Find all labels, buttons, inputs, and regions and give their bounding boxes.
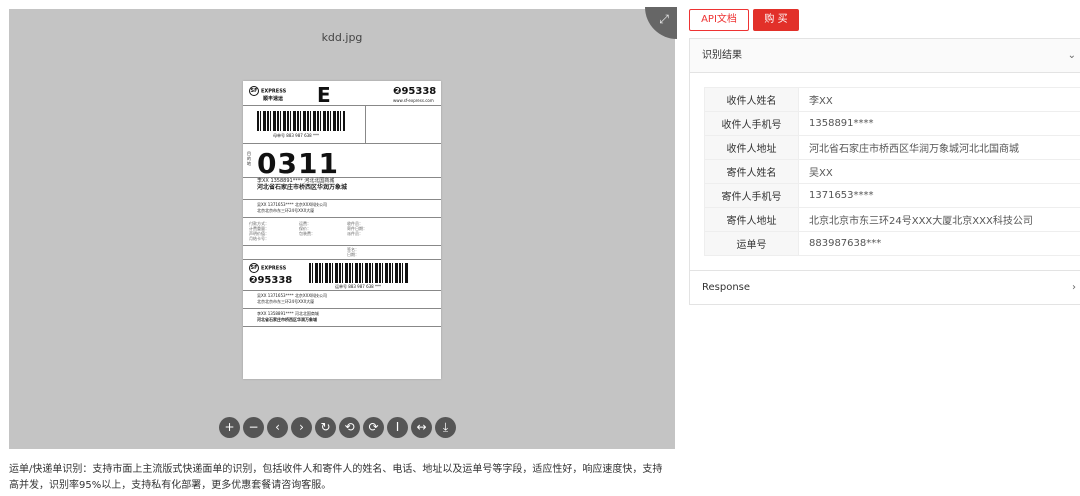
result-section-header[interactable]: 识别结果 ⌄ <box>690 39 1080 73</box>
fit-height-icon[interactable]: Ⅰ <box>387 417 408 438</box>
product-description: 运单/快递单识别：支持市面上主流版式快递面单的识别，包括收件人和寄件人的姓名、电… <box>9 464 663 491</box>
result-value: 吴XX <box>798 159 1080 184</box>
zoom-in-icon[interactable]: + <box>219 417 240 438</box>
result-key: 收件人地址 <box>704 135 799 160</box>
result-section-body: 收件人姓名 李XX 收件人手机号 1358891**** 收件人地址 河北省石家庄市桥西区… <box>690 73 1080 271</box>
zoom-out-icon[interactable]: − <box>243 417 264 438</box>
result-table: 收件人姓名 李XX 收件人手机号 1358891**** 收件人地址 河北省石家庄市桥西区… <box>704 87 1080 256</box>
result-value: 北京北京市东三环24号XXX大厦北京XXX科技公司 <box>798 207 1080 232</box>
result-key: 寄件人地址 <box>704 207 799 232</box>
result-value: 883987638*** <box>798 231 1080 256</box>
service-letter: E <box>317 83 331 107</box>
rotate-left-icon[interactable]: ⟲ <box>339 417 360 438</box>
bottom-sender-2: 北京北京市东三环24号XXX大厦 <box>257 299 315 304</box>
result-panel: 识别结果 ⌄ 收件人姓名 李XX 收件人手机号 1358891**** 收件人地址 河北省… <box>689 38 1080 305</box>
response-section-header[interactable]: Response › <box>690 271 1080 305</box>
prev-icon[interactable]: ‹ <box>267 417 288 438</box>
bottom-receiver-1: 李XX 1358891**** 河北北国商城 <box>257 311 319 316</box>
barcode-top <box>257 111 345 131</box>
label-receiver-2: 河北省石家庄市桥西区华润万象城 <box>257 184 348 191</box>
sf-logo: SF EXPRESS 顺丰速运 <box>249 86 287 102</box>
table-row: 运单号 883987638*** <box>704 231 1080 256</box>
table-row: 收件人地址 河北省石家庄市桥西区华润万象城河北北国商城 <box>704 135 1080 160</box>
next-icon[interactable]: › <box>291 417 312 438</box>
chevron-right-icon: › <box>1072 282 1076 293</box>
hotline-bottom: ❷95338 <box>249 275 293 286</box>
hotline: ❷95338 <box>393 86 437 97</box>
result-key: 寄件人姓名 <box>704 159 799 184</box>
bottom-receiver-2: 河北省石家庄市桥西区华润万象城 <box>257 317 317 322</box>
table-row: 收件人姓名 李XX <box>704 87 1080 112</box>
result-value: 1358891**** <box>798 111 1080 136</box>
bottom-sender-1: 吴XX 1371653**** 北京XXX科技公司 <box>257 293 328 298</box>
api-doc-button[interactable]: API文档 <box>689 9 749 31</box>
reset-icon[interactable]: ↻ <box>315 417 336 438</box>
route-code: 0311 <box>257 147 339 180</box>
response-title: Response <box>702 282 751 293</box>
fit-width-icon[interactable]: ↔ <box>411 417 432 438</box>
table-row: 收件人手机号 1358891**** <box>704 111 1080 136</box>
buy-button[interactable]: 购 买 <box>753 9 799 31</box>
image-filename: kdd.jpg <box>321 31 363 44</box>
result-value: 河北省石家庄市桥西区华润万象城河北北国商城 <box>798 135 1080 160</box>
result-key: 收件人手机号 <box>704 111 799 136</box>
waybill-image: SF EXPRESS 顺丰速运 E ❷95338 www.sf-express.co… <box>243 81 441 379</box>
chevron-down-icon: ⌄ <box>1067 50 1076 61</box>
master-bill-no: 母单号 883 987 638 *** <box>273 133 319 138</box>
label-sender-2: 北京北京市东三环24号XXX大厦 <box>257 208 315 213</box>
download-icon[interactable]: ⤓ <box>435 417 456 438</box>
bottom-bill-no: 运单号 883 987 638 *** <box>335 284 381 289</box>
result-value: 李XX <box>798 87 1080 112</box>
rotate-right-icon[interactable]: ⟳ <box>363 417 384 438</box>
label-sender-1: 吴XX 1371653**** 北京XXX科技公司 <box>257 202 328 207</box>
result-key: 寄件人手机号 <box>704 183 799 208</box>
table-row: 寄件人地址 北京北京市东三环24号XXX大厦北京XXX科技公司 <box>704 207 1080 232</box>
table-row: 寄件人姓名 吴XX <box>704 159 1080 184</box>
result-key: 运单号 <box>704 231 799 256</box>
image-viewer: kdd.jpg ⤢ SF EXPRESS 顺丰速运 E ❷95338 www.sf-… <box>9 7 677 449</box>
sf-logo-bottom: SF EXPRESS <box>249 263 287 273</box>
barcode-bottom <box>309 263 409 283</box>
result-key: 收件人姓名 <box>704 87 799 112</box>
result-title: 识别结果 <box>702 50 742 61</box>
result-value: 1371653**** <box>798 183 1080 208</box>
website: www.sf-express.com <box>393 98 434 103</box>
table-row: 寄件人手机号 1371653**** <box>704 183 1080 208</box>
viewer-toolbar: + − ‹ › ↻ ⟲ ⟳ Ⅰ ↔ ⤓ <box>219 417 456 438</box>
